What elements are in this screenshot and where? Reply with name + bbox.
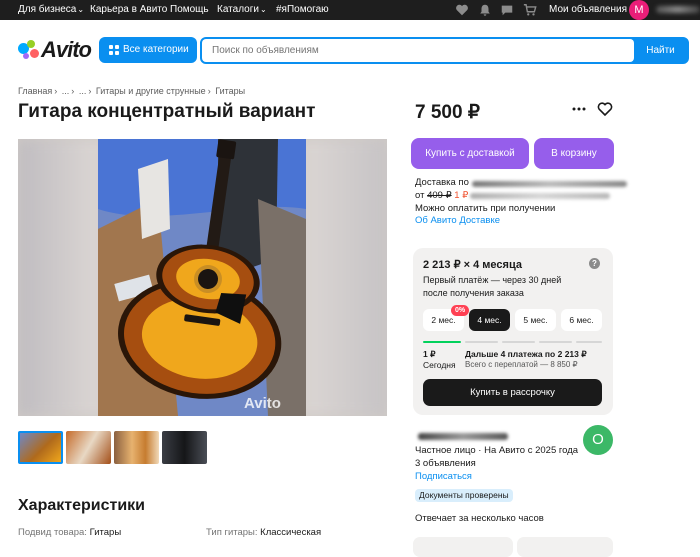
logo-dot-purple xyxy=(23,53,29,59)
nav-career-link[interactable]: Карьера в Авито xyxy=(90,3,167,16)
cart-icon[interactable] xyxy=(523,3,537,17)
seller-ads-count[interactable]: 3 объявления xyxy=(415,458,476,469)
chevron-down-icon: ⌄ xyxy=(77,5,85,14)
zero-percent-badge: 0% xyxy=(451,305,470,316)
breadcrumb-strings[interactable]: Гитары и другие струнные xyxy=(96,86,206,96)
all-categories-button[interactable]: Все категории xyxy=(99,37,197,63)
search-bar: Найти xyxy=(200,37,689,64)
delivery-line: Доставка по xyxy=(415,177,469,188)
characteristic-key: Тип гитары: xyxy=(206,527,258,538)
delivery-extra-blurred xyxy=(470,193,610,199)
payment-segment xyxy=(576,341,602,343)
characteristic-key: Подвид товара: xyxy=(18,527,87,538)
breadcrumb: Главная › ... › ... › Гитары и другие струн… xyxy=(18,86,247,96)
installment-subtitle: Первый платёж — через 30 дней после полу… xyxy=(423,275,562,298)
payment-segment xyxy=(465,341,498,343)
installment-card: 2 213 ₽ × 4 месяца ? Первый платёж — чер… xyxy=(413,248,613,415)
breadcrumb-separator: › xyxy=(71,86,75,96)
breadcrumb-level-2[interactable]: ... xyxy=(62,86,70,96)
all-categories-label: Все категории xyxy=(123,44,189,55)
more-options-icon[interactable] xyxy=(572,107,586,111)
nav-help-link[interactable]: Помощь xyxy=(170,3,209,16)
breadcrumb-guitars[interactable]: Гитары xyxy=(215,86,245,96)
notifications-bell-icon[interactable] xyxy=(478,3,492,17)
installment-title: 2 213 ₽ × 4 месяца xyxy=(423,259,522,271)
find-button[interactable]: Найти xyxy=(634,39,687,62)
nav-business-link[interactable]: Для бизнеса⌄ xyxy=(18,3,84,16)
thumbnail-3[interactable] xyxy=(114,431,159,464)
photo-watermark: Avito xyxy=(244,395,281,412)
favorites-heart-icon[interactable] xyxy=(455,3,469,17)
thumbnail-1[interactable] xyxy=(18,431,63,464)
messages-icon[interactable] xyxy=(500,3,514,17)
user-avatar[interactable]: М xyxy=(629,0,649,20)
pay-on-receipt: Можно оплатить при получении xyxy=(415,203,556,214)
nav-business-label: Для бизнеса xyxy=(18,4,77,15)
grid-icon xyxy=(109,45,119,55)
delivery-new-price: 1 ₽ xyxy=(454,190,469,201)
breadcrumb-separator: › xyxy=(207,86,211,96)
characteristic-value: Классическая xyxy=(260,527,322,538)
characteristic-value: Гитары xyxy=(89,527,122,538)
nav-ihelp-link[interactable]: #яПомогаю xyxy=(276,3,329,16)
thumbnail-4[interactable] xyxy=(162,431,207,464)
search-input[interactable] xyxy=(202,39,634,62)
about-delivery-link[interactable]: Об Авито Доставке xyxy=(415,215,500,226)
remaining-payments: Дальше 4 платежа по 2 213 ₽ xyxy=(465,349,587,359)
top-navigation-bar: Для бизнеса⌄ Карьера в Авито Помощь Ката… xyxy=(0,0,700,20)
guitar-illustration: Avito xyxy=(98,139,306,416)
term-5-months[interactable]: 5 мес. xyxy=(515,309,556,331)
listing-title: Гитара концентратный вариант xyxy=(18,101,316,122)
price: 7 500 ₽ xyxy=(415,102,480,123)
total-with-overpayment: Всего с переплатой — 8 850 ₽ xyxy=(465,360,578,369)
breadcrumb-home[interactable]: Главная xyxy=(18,86,52,96)
contact-button-partial[interactable] xyxy=(413,537,513,557)
term-4-months[interactable]: 4 мес. xyxy=(469,309,510,331)
term-6-months[interactable]: 6 мес. xyxy=(561,309,602,331)
first-payment-amount: 1 ₽ xyxy=(423,349,436,359)
subscribe-link[interactable]: Подписаться xyxy=(415,471,472,482)
logo-dot-green xyxy=(27,40,35,48)
nav-catalogs-label: Каталоги xyxy=(217,4,259,15)
thumbnail-2[interactable] xyxy=(66,431,111,464)
logo-dot-red xyxy=(30,49,39,58)
characteristic-guitar-type: Тип гитары: Классическая xyxy=(206,527,321,538)
guitar-photo: Avito xyxy=(98,139,306,416)
delivery-price-line: от 409 ₽ 1 ₽ xyxy=(415,190,468,201)
payment-segment xyxy=(502,341,535,343)
payment-segment-first xyxy=(423,341,461,343)
seller-avatar[interactable]: О xyxy=(583,425,613,455)
seller-name-blurred[interactable] xyxy=(418,433,508,440)
contact-button-partial[interactable] xyxy=(517,537,613,557)
breadcrumb-level-3[interactable]: ... xyxy=(79,86,87,96)
help-icon[interactable]: ? xyxy=(589,258,600,269)
my-ads-link[interactable]: Мои объявления xyxy=(549,3,627,16)
buy-installment-button[interactable]: Купить в рассрочку xyxy=(423,379,602,406)
user-name-blurred xyxy=(656,6,700,13)
seller-info: Частное лицо · На Авито с 2025 года xyxy=(415,445,579,456)
logo-wordmark: Avito xyxy=(41,37,92,62)
payment-segment xyxy=(539,341,572,343)
documents-verified-badge: Документы проверены xyxy=(415,489,513,502)
delivery-city-blurred xyxy=(472,181,627,187)
delivery-old-price: 409 ₽ xyxy=(427,190,452,201)
main-photo[interactable]: Avito xyxy=(18,139,387,416)
characteristic-subtype: Подвид товара: Гитары xyxy=(18,527,121,538)
favorite-heart-icon[interactable] xyxy=(597,101,613,117)
buy-with-delivery-button[interactable]: Купить с доставкой xyxy=(411,138,529,169)
add-to-cart-button[interactable]: В корзину xyxy=(534,138,614,169)
characteristics-heading: Характеристики xyxy=(18,497,146,514)
delivery-from: от xyxy=(415,190,425,201)
seller-response-time: Отвечает за несколько часов xyxy=(415,513,544,524)
breadcrumb-separator: › xyxy=(54,86,58,96)
first-payment-when: Сегодня xyxy=(423,360,456,370)
nav-catalogs-link[interactable]: Каталоги⌄ xyxy=(217,3,267,16)
delivery-label: Доставка по xyxy=(415,177,469,188)
chevron-down-icon: ⌄ xyxy=(259,5,267,14)
breadcrumb-separator: › xyxy=(88,86,92,96)
